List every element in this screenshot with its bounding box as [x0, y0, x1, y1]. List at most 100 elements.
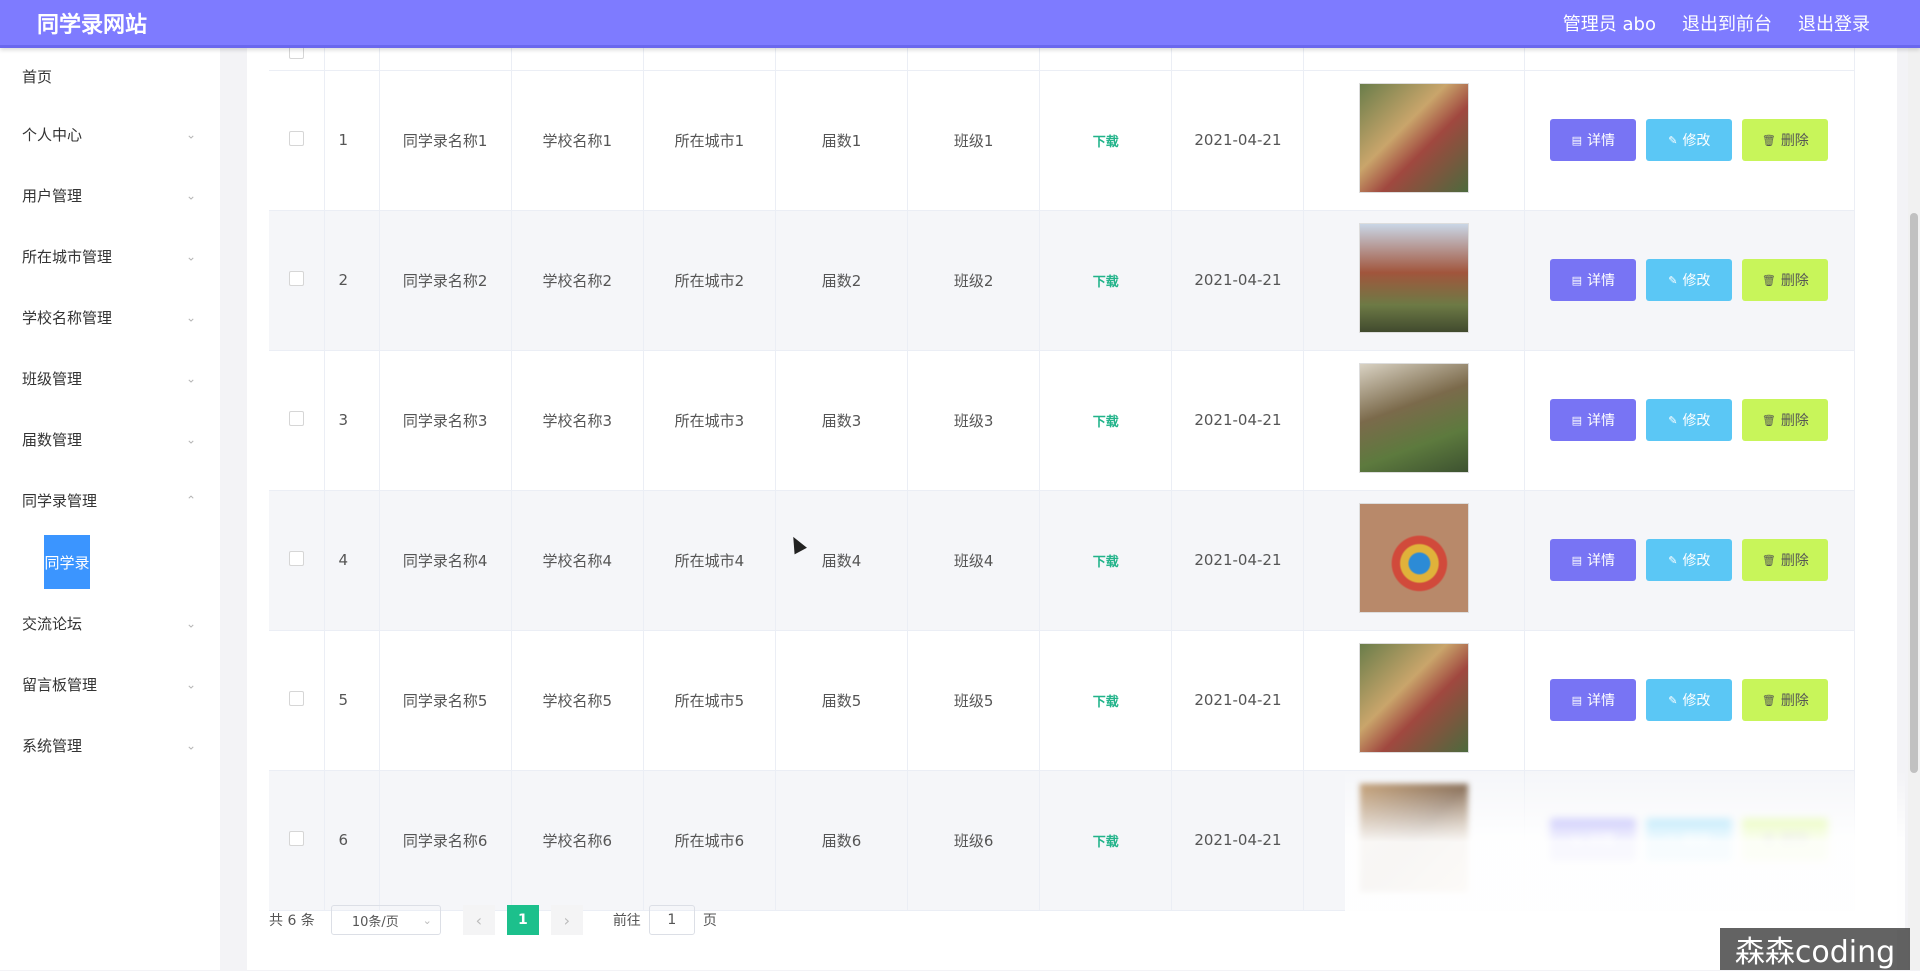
prev-page-button[interactable]: ‹	[463, 905, 495, 935]
cell-school: 学校名称3	[511, 350, 643, 490]
cell-name: 同学录名称3	[379, 350, 511, 490]
detail-button[interactable]: ▤详情	[1550, 399, 1636, 441]
sidebar-item-messages[interactable]: 留言板管理⌄	[0, 654, 220, 715]
cell-actions: ▤详情 ✎修改 🗑删除	[1524, 490, 1854, 630]
cell-name: 同学录名称1	[379, 70, 511, 210]
cell-school: 学校名称1	[511, 70, 643, 210]
cell-date: 2021-04-21	[1172, 630, 1304, 770]
row-checkbox[interactable]	[289, 131, 304, 146]
cell-city: 所在城市5	[643, 630, 775, 770]
school-photo[interactable]	[1359, 643, 1469, 753]
admin-label: 管理员 abo	[1563, 10, 1656, 36]
sidebar-item-profile[interactable]: 个人中心 ⌄	[0, 104, 220, 165]
edit-button[interactable]: ✎修改	[1646, 539, 1732, 581]
edit-label: 修改	[1682, 410, 1710, 430]
edit-button[interactable]: ✎修改	[1646, 399, 1732, 441]
detail-button[interactable]: ▤详情	[1550, 119, 1636, 161]
school-photo[interactable]	[1359, 503, 1469, 613]
row-checkbox[interactable]	[289, 551, 304, 566]
row-checkbox[interactable]	[289, 411, 304, 426]
row-checkbox[interactable]	[289, 691, 304, 706]
download-link[interactable]: 下载	[1093, 415, 1119, 430]
detail-label: 详情	[1587, 130, 1615, 150]
download-link[interactable]: 下载	[1093, 135, 1119, 150]
logout-link[interactable]: 退出登录	[1798, 10, 1870, 36]
download-link[interactable]: 下载	[1093, 695, 1119, 710]
next-page-button[interactable]: ›	[551, 905, 583, 935]
table-row: 3 同学录名称3 学校名称3 所在城市3 届数3 班级3 下载 2021-04-…	[269, 350, 1855, 490]
chevron-down-icon: ⌄	[184, 310, 198, 324]
pencil-icon: ✎	[1668, 274, 1677, 287]
school-photo[interactable]	[1359, 363, 1469, 473]
page-scrollbar[interactable]	[1908, 48, 1920, 970]
detail-label: 详情	[1587, 550, 1615, 570]
chevron-down-icon: ⌄	[184, 127, 198, 141]
school-photo[interactable]	[1359, 223, 1469, 333]
cell-school: 学校名称2	[511, 210, 643, 350]
chevron-down-icon: ⌄	[184, 616, 198, 630]
sidebar-subitem-active[interactable]: 同学录	[44, 535, 90, 589]
edit-button[interactable]: ✎修改	[1646, 119, 1732, 161]
cell-city: 所在城市4	[643, 490, 775, 630]
cell-download: 下载	[1040, 630, 1172, 770]
edit-button[interactable]: ✎修改	[1646, 259, 1732, 301]
trash-icon: 🗑	[1762, 274, 1776, 287]
scrollbar-thumb[interactable]	[1910, 213, 1918, 773]
site-brand[interactable]: 同学录网站	[37, 7, 147, 39]
row-checkbox[interactable]	[289, 271, 304, 286]
download-link[interactable]: 下载	[1093, 555, 1119, 570]
delete-button[interactable]: 🗑删除	[1742, 119, 1828, 161]
detail-button[interactable]: ▤详情	[1550, 539, 1636, 581]
sidebar-item-classes[interactable]: 班级管理⌄	[0, 348, 220, 409]
sidebar-item-cities[interactable]: 所在城市管理⌄	[0, 226, 220, 287]
sidebar-item-system[interactable]: 系统管理⌄	[0, 715, 220, 776]
cell-city: 所在城市2	[643, 210, 775, 350]
delete-label: 删除	[1781, 130, 1809, 150]
download-link[interactable]: 下载	[1093, 275, 1119, 290]
page-size-select[interactable]: 10条/页⌄	[331, 905, 441, 935]
delete-button[interactable]: 🗑删除	[1742, 399, 1828, 441]
sidebar-item-label: 交流论坛	[22, 613, 82, 634]
delete-button[interactable]: 🗑删除	[1742, 539, 1828, 581]
school-photo[interactable]	[1359, 83, 1469, 193]
select-all-checkbox[interactable]	[289, 48, 304, 59]
exit-to-front-link[interactable]: 退出到前台	[1682, 10, 1772, 36]
chevron-down-icon: ⌄	[423, 914, 432, 927]
detail-button[interactable]: ▤详情	[1550, 679, 1636, 721]
pencil-icon: ✎	[1668, 554, 1677, 567]
delete-button[interactable]: 🗑删除	[1742, 679, 1828, 721]
document-icon: ▤	[1572, 694, 1582, 707]
sidebar-item-label: 个人中心	[22, 124, 82, 145]
cell-class: 班级5	[908, 630, 1040, 770]
row-actions: ▤详情 ✎修改 🗑删除	[1525, 119, 1854, 161]
edit-button[interactable]: ✎修改	[1646, 679, 1732, 721]
cell-class: 班级2	[908, 210, 1040, 350]
page-number-current[interactable]: 1	[507, 905, 539, 935]
download-link[interactable]: 下载	[1093, 835, 1119, 850]
pencil-icon: ✎	[1668, 134, 1677, 147]
row-checkbox-cell	[269, 350, 324, 490]
edit-label: 修改	[1682, 690, 1710, 710]
sidebar-item-home[interactable]: 首页	[0, 48, 220, 104]
cell-city: 所在城市3	[643, 350, 775, 490]
row-index: 3	[324, 350, 379, 490]
delete-button[interactable]: 🗑删除	[1742, 259, 1828, 301]
sidebar-item-schools[interactable]: 学校名称管理⌄	[0, 287, 220, 348]
cell-actions: ▤详情 ✎修改 🗑删除	[1524, 70, 1854, 210]
chevron-right-icon: ›	[564, 911, 570, 930]
cell-photo	[1304, 350, 1524, 490]
detail-button[interactable]: ▤详情	[1550, 259, 1636, 301]
table-row: 2 同学录名称2 学校名称2 所在城市2 届数2 班级2 下载 2021-04-…	[269, 210, 1855, 350]
goto-page-input[interactable]: 1	[649, 905, 695, 935]
trash-icon: 🗑	[1762, 554, 1776, 567]
cell-download: 下载	[1040, 210, 1172, 350]
sidebar-item-alumni[interactable]: 同学录管理⌃	[0, 470, 220, 531]
row-checkbox[interactable]	[289, 831, 304, 846]
row-actions: ▤详情 ✎修改 🗑删除	[1525, 399, 1854, 441]
cell-city: 所在城市1	[643, 70, 775, 210]
sidebar-item-users[interactable]: 用户管理⌄	[0, 165, 220, 226]
chevron-down-icon: ⌄	[184, 188, 198, 202]
sidebar-item-label: 同学录管理	[22, 490, 97, 511]
sidebar-item-sessions[interactable]: 届数管理⌄	[0, 409, 220, 470]
sidebar-item-forum[interactable]: 交流论坛 ⌄	[0, 593, 220, 654]
